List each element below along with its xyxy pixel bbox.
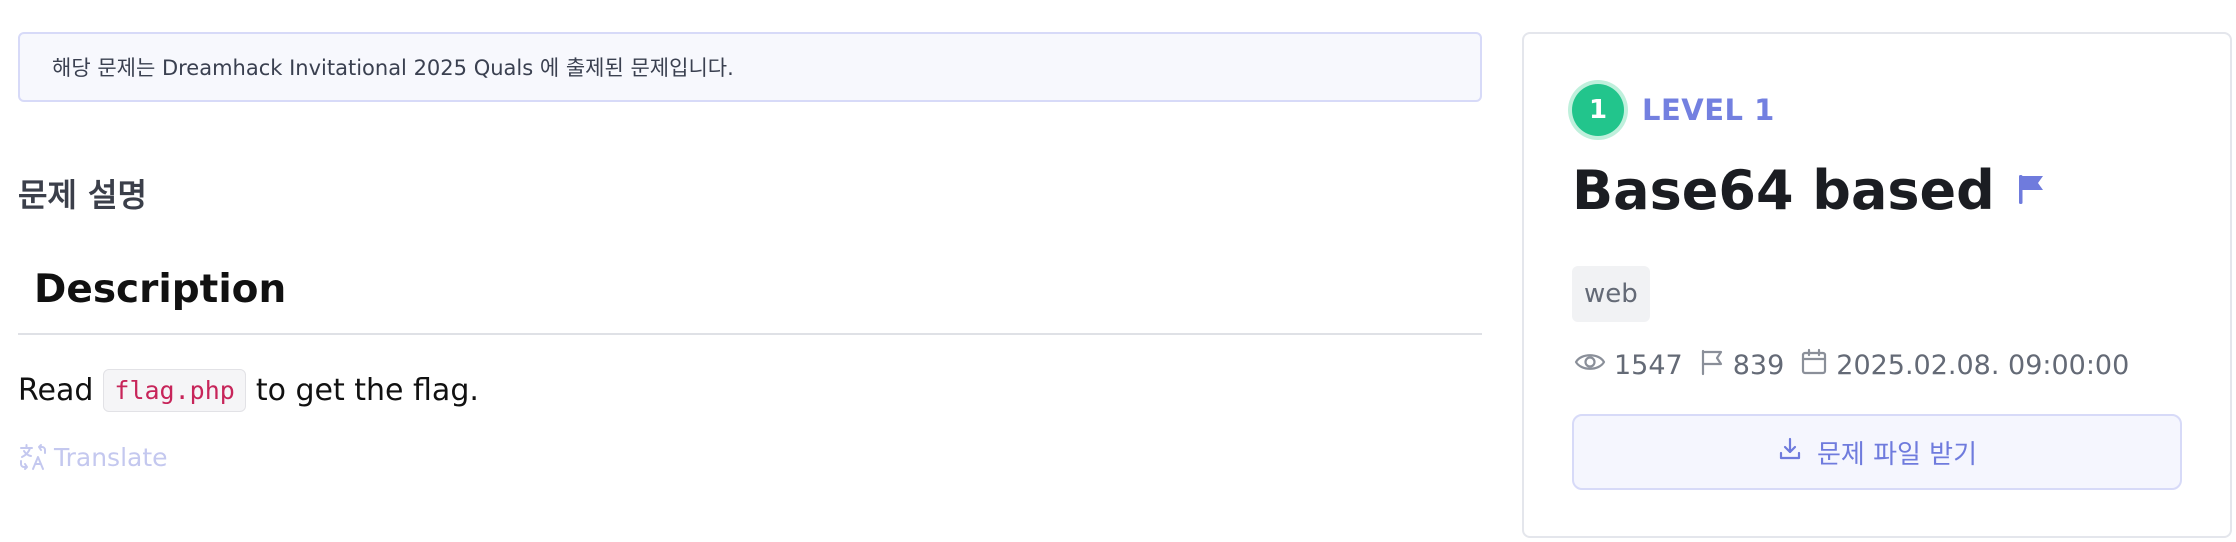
competition-notice: 해당 문제는 Dreamhack Invitational 2025 Quals… <box>18 32 1482 102</box>
download-icon <box>1777 436 1803 469</box>
inline-code: flag.php <box>103 369 246 412</box>
challenge-stats: 1547 839 2025.02.08. 09:00:00 <box>1574 348 2145 383</box>
eye-icon <box>1574 350 1606 381</box>
challenge-description-panel: 해당 문제는 Dreamhack Invitational 2025 Quals… <box>18 32 1482 472</box>
challenge-page: 해당 문제는 Dreamhack Invitational 2025 Quals… <box>0 0 2236 542</box>
title-row: Base64 based <box>1572 164 2047 218</box>
views-count: 1547 <box>1614 350 1683 381</box>
category-tag[interactable]: web <box>1572 266 1650 322</box>
section-title: 문제 설명 <box>18 176 147 214</box>
challenge-title: Base64 based <box>1572 159 1995 222</box>
solves-count: 839 <box>1732 350 1785 381</box>
views-stat: 1547 <box>1574 350 1683 381</box>
translate-label: Translate <box>54 442 168 472</box>
solves-stat: 839 <box>1699 348 1785 383</box>
description-text-after: to get the flag. <box>255 373 479 408</box>
level-badge: 1 <box>1572 84 1624 136</box>
challenge-info-card: 1 LEVEL 1 Base64 based web 1547 839 2025… <box>1522 32 2232 538</box>
flag-icon[interactable] <box>2017 172 2047 210</box>
translate-icon <box>18 442 48 472</box>
calendar-icon <box>1800 348 1828 383</box>
level-indicator: 1 LEVEL 1 <box>1572 84 1775 136</box>
notice-text: 해당 문제는 Dreamhack Invitational 2025 Quals… <box>52 56 734 80</box>
description-text-before: Read <box>18 373 94 408</box>
description-text: Read flag.php to get the flag. <box>18 369 1482 412</box>
translate-button[interactable]: Translate <box>18 442 1482 472</box>
download-files-button[interactable]: 문제 파일 받기 <box>1572 414 2182 490</box>
release-date: 2025.02.08. 09:00:00 <box>1836 350 2130 381</box>
flag-outline-icon <box>1699 348 1725 383</box>
download-label: 문제 파일 받기 <box>1816 439 1978 470</box>
date-stat: 2025.02.08. 09:00:00 <box>1800 348 2129 383</box>
description-heading: Description <box>18 270 1482 335</box>
level-label: LEVEL 1 <box>1642 93 1775 127</box>
